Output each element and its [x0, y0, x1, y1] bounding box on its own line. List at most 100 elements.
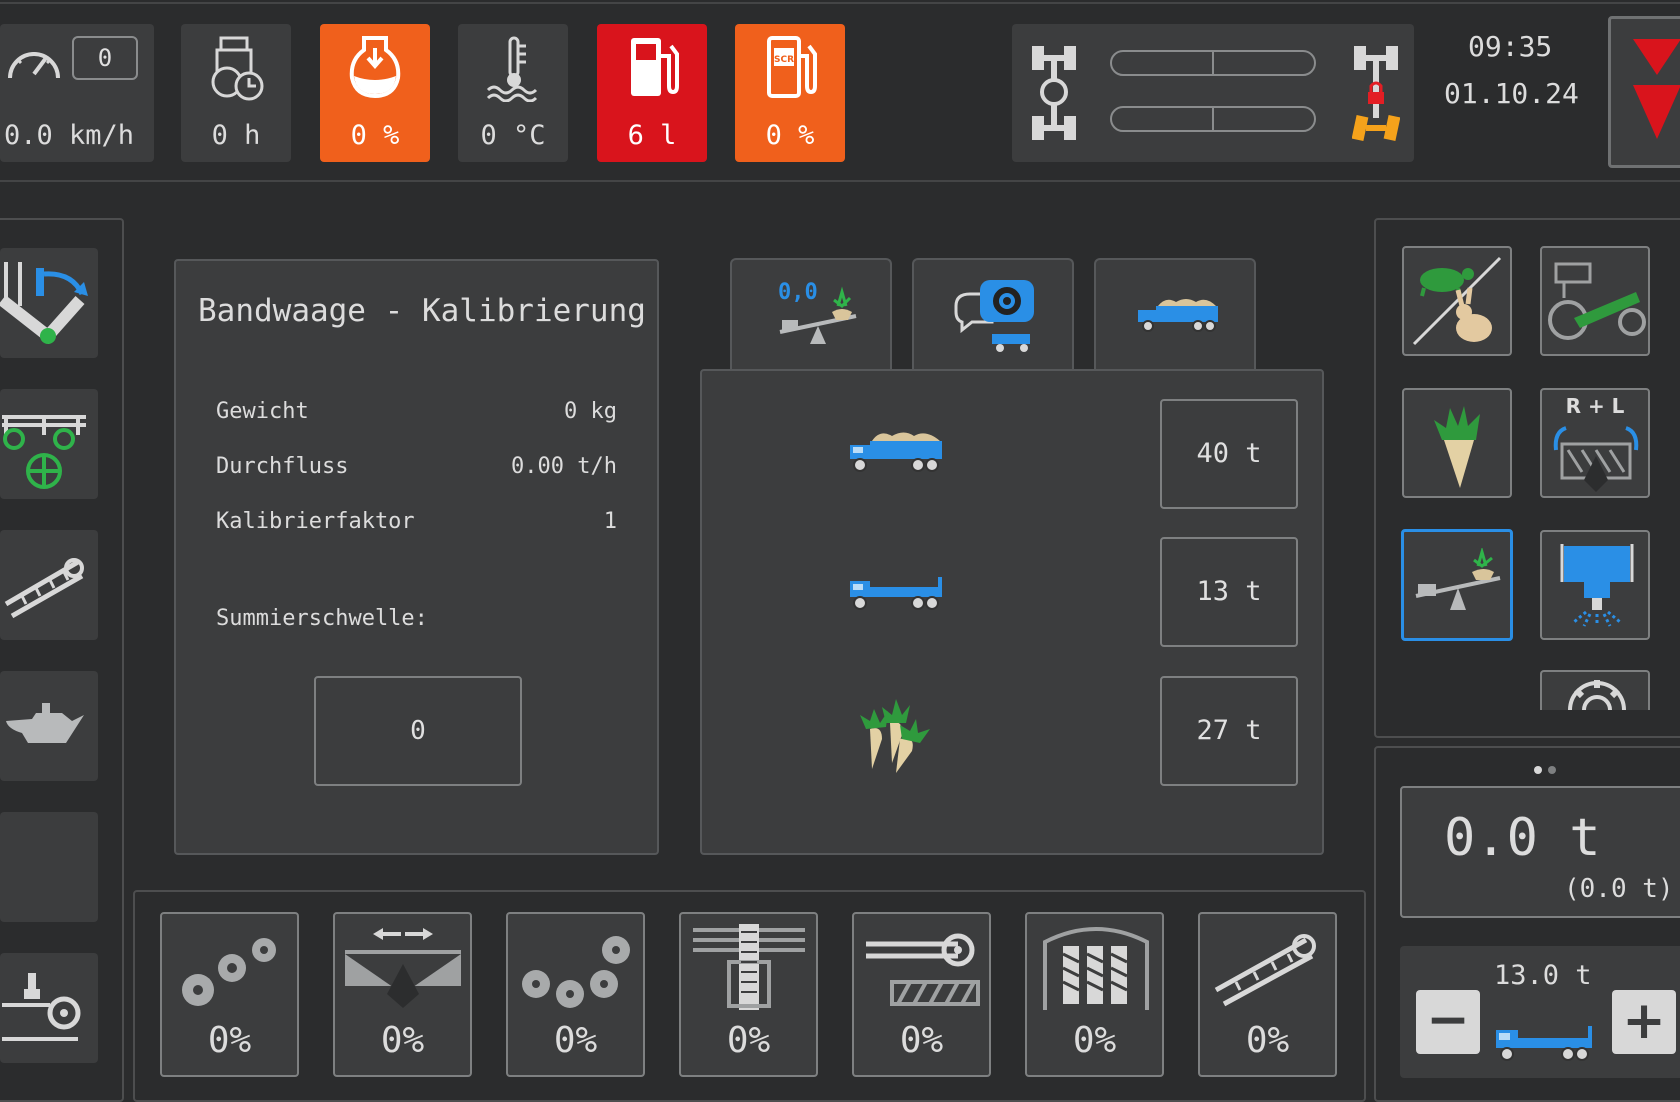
weight-label: Gewicht	[216, 399, 309, 424]
axle-steering-tile[interactable]	[1012, 24, 1414, 162]
tank-level-tile: 0 %	[320, 24, 430, 162]
steering-axle-button[interactable]	[0, 248, 98, 358]
oil-service-button[interactable]	[0, 671, 98, 781]
auger-icon	[862, 926, 982, 1012]
rl-steering-button[interactable]: R + L	[1540, 388, 1650, 498]
scale-icon	[772, 286, 862, 352]
clock-date: 01.10.24	[1444, 77, 1579, 110]
turtle-rabbit-icon	[1408, 252, 1508, 352]
engine-hours-value: 0 h	[211, 120, 261, 151]
sieve-belt-button[interactable]: 0%	[1025, 912, 1164, 1077]
page-indicator	[1534, 766, 1564, 776]
unloading-conveyor-value: 0%	[1245, 1020, 1290, 1061]
fuel-tile: 6 l	[597, 24, 707, 162]
beet-icon	[1430, 400, 1488, 490]
adblue-scr-label: SCR	[774, 55, 794, 65]
unloading-conveyor-icon	[1212, 926, 1324, 1012]
calibration-title: Bandwaage - Kalibrierung	[198, 293, 646, 329]
empty-truck-small-icon	[1494, 1016, 1594, 1062]
calibration-panel: Bandwaage - Kalibrierung Gewicht 0 kg Du…	[174, 259, 659, 855]
harvester-button[interactable]	[1540, 246, 1650, 356]
conveyor-icon	[2, 548, 88, 622]
double-arrow-down-icon	[1631, 37, 1680, 147]
axle-steering-icon	[1030, 44, 1078, 144]
speed-mode-button[interactable]	[1402, 246, 1512, 356]
spreading-rollers-value: 0%	[380, 1020, 425, 1061]
auger-value: 0%	[899, 1020, 944, 1061]
loaded-truck-icon	[848, 429, 944, 475]
adblue-pump-icon: SCR	[765, 36, 819, 102]
empty-slot	[0, 812, 98, 922]
settings-chat-icon	[952, 278, 1038, 354]
tab-scale[interactable]: 0,0	[730, 258, 892, 370]
loaded-truck-tab-icon	[1136, 296, 1220, 336]
elevator-icon	[689, 922, 809, 1012]
steering-axle-icon	[0, 260, 90, 344]
speed-tile: 0 0.0 km/h	[0, 24, 154, 162]
rollers-icon	[174, 926, 286, 1010]
truck-weight-panel: 40 t 13 t 27 t	[700, 369, 1324, 855]
washer-button[interactable]	[1540, 530, 1650, 640]
empty-truck-weight-button[interactable]: 13 t	[1160, 537, 1298, 647]
conveyor-button[interactable]	[0, 530, 98, 640]
flow-label: Durchfluss	[216, 454, 349, 479]
threshold-input[interactable]: 0	[314, 676, 522, 786]
target-weight-value: 13.0 t	[1494, 960, 1592, 991]
adblue-value: 0 %	[765, 120, 815, 151]
washer-icon	[1560, 542, 1634, 632]
engine-hours-icon	[207, 36, 267, 102]
harvester-icon	[1546, 258, 1646, 348]
weight-value: 0 kg	[564, 399, 617, 424]
roller-group-value: 0%	[553, 1020, 598, 1061]
rollers-button[interactable]: 0%	[160, 912, 299, 1077]
tank-level-value: 0 %	[350, 120, 400, 151]
tractor-frame-icon	[0, 401, 92, 491]
oil-can-icon	[2, 699, 88, 755]
auger-button[interactable]: 0%	[852, 912, 991, 1077]
coolant-tile: 0 °C	[458, 24, 568, 162]
belt-scale-icon	[1408, 548, 1506, 620]
rear-axle-indicator	[1110, 106, 1316, 132]
tank-unload-icon	[348, 34, 402, 100]
rollers-value: 0%	[207, 1020, 252, 1061]
tractor-frame-button[interactable]	[0, 389, 98, 499]
belt-scale-button-active[interactable]	[1401, 529, 1513, 641]
front-axle-indicator	[1110, 50, 1316, 76]
elevator-value: 0%	[726, 1020, 771, 1061]
speed-readout: 0.0 km/h	[4, 120, 135, 151]
speedometer-icon	[4, 38, 64, 88]
beets-weight-button[interactable]: 27 t	[1160, 676, 1298, 786]
tab-settings[interactable]	[912, 258, 1074, 370]
speed-limit-box[interactable]: 0	[72, 36, 138, 80]
empty-truck-icon	[848, 567, 944, 613]
unloading-conveyor-button[interactable]: 0%	[1198, 912, 1337, 1077]
elevator-button[interactable]: 0%	[679, 912, 818, 1077]
flow-value: 0.00 t/h	[511, 454, 617, 479]
coolant-temp-value: 0 °C	[480, 120, 546, 151]
fuel-pump-icon	[627, 36, 681, 102]
roller-group-button[interactable]: 0%	[506, 912, 645, 1077]
adblue-tile: SCR 0 %	[735, 24, 845, 162]
roller-cleaner-icon	[0, 969, 90, 1049]
total-weight-sub: (0.0 t)	[1564, 874, 1674, 904]
loaded-truck-weight-button[interactable]: 40 t	[1160, 399, 1298, 509]
target-weight-adjuster: 13.0 t − +	[1400, 946, 1680, 1078]
beet-button[interactable]	[1402, 388, 1512, 498]
spreading-rollers-button[interactable]: 0%	[333, 912, 472, 1077]
engine-hours-tile: 0 h	[181, 24, 291, 162]
threshold-label: Summierschwelle:	[216, 606, 428, 631]
calibration-factor-value: 1	[603, 509, 617, 534]
tab-truck[interactable]	[1094, 258, 1256, 370]
total-weight-display: 0.0 t (0.0 t)	[1400, 786, 1680, 918]
coolant-temp-icon	[484, 36, 544, 102]
gear-settings-button[interactable]	[1540, 670, 1650, 710]
decrease-button[interactable]: −	[1416, 990, 1480, 1054]
page-down-button[interactable]	[1608, 16, 1680, 168]
spreading-rollers-icon	[343, 924, 463, 1010]
sieve-belt-value: 0%	[1072, 1020, 1117, 1061]
calibration-factor-label: Kalibrierfaktor	[216, 509, 415, 534]
increase-button[interactable]: +	[1612, 990, 1676, 1054]
fuel-value: 6 l	[627, 120, 677, 151]
roller-group-icon	[518, 924, 634, 1014]
roller-cleaner-button[interactable]	[0, 953, 98, 1063]
